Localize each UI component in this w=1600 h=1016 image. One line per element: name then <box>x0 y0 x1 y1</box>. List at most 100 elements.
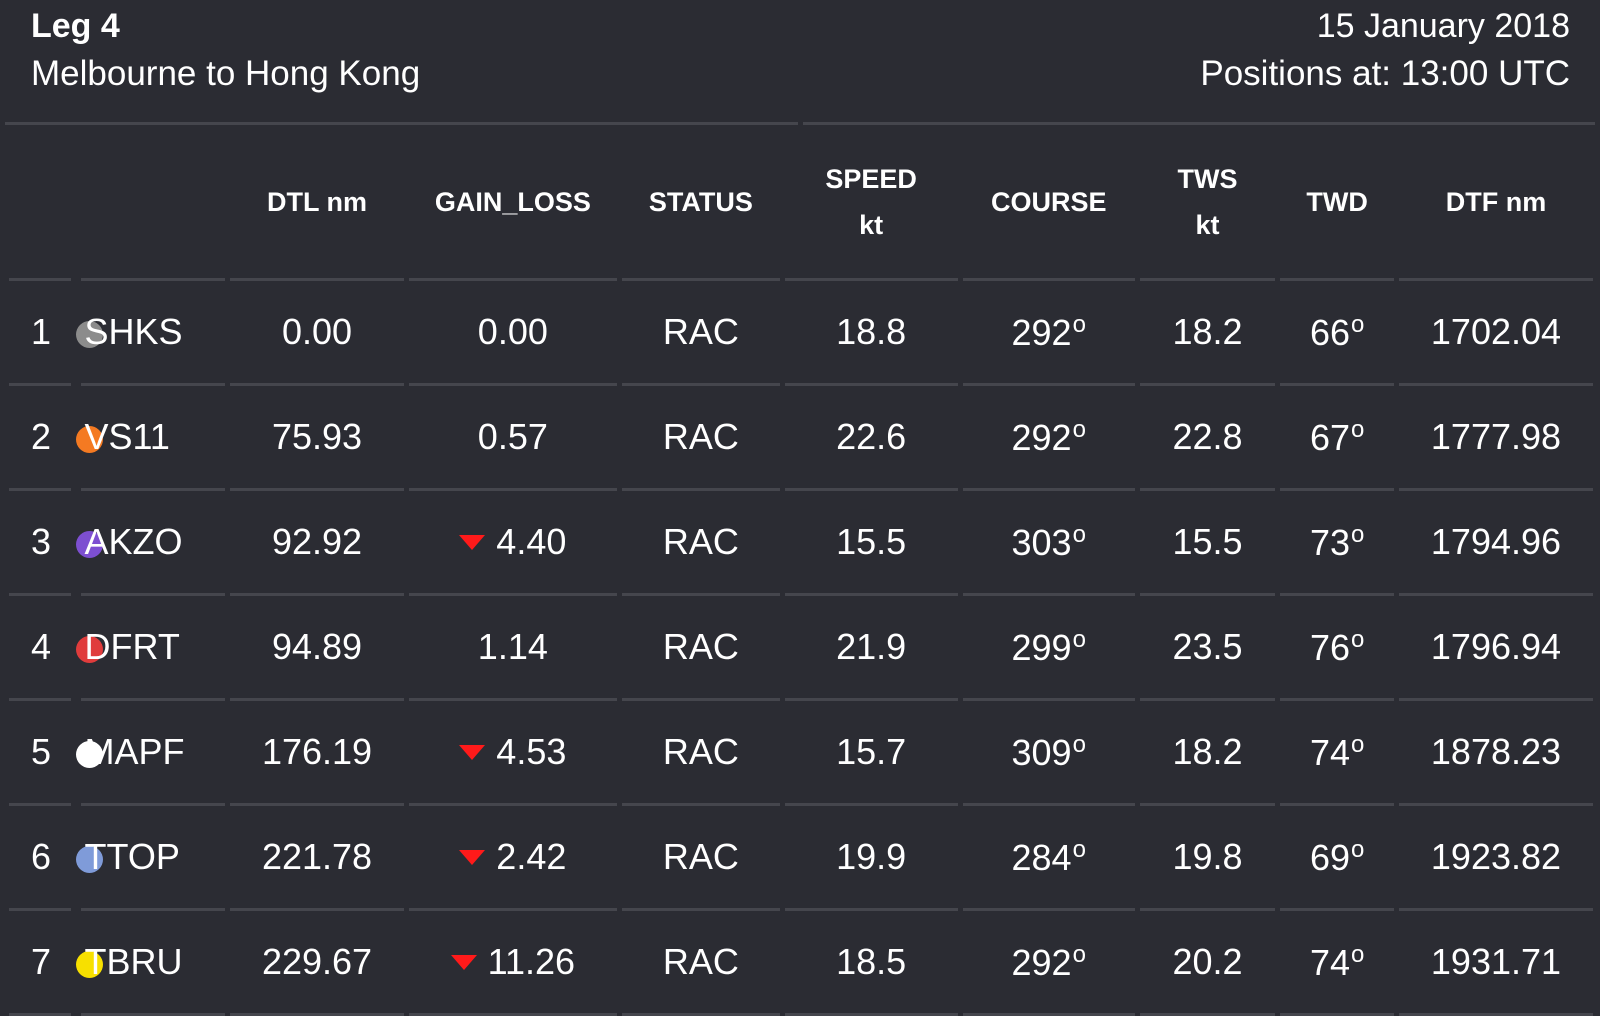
gain-loss-value: 4.40 <box>496 521 567 562</box>
course-value: 292 <box>1011 941 1072 983</box>
status-cell: RAC <box>622 911 780 1016</box>
speed-cell: 22.6 <box>784 386 958 491</box>
team-cell[interactable]: SHKS <box>80 281 226 386</box>
dtf-cell: 1878.23 <box>1398 701 1593 806</box>
status-cell: RAC <box>622 281 780 386</box>
twd-cell: 74o <box>1280 701 1394 806</box>
gain-loss-value: 11.26 <box>487 941 576 982</box>
team-cell[interactable]: TBRU <box>80 911 226 1016</box>
speed-header-unit: kt <box>859 210 884 240</box>
twd-cell: 73o <box>1280 491 1394 596</box>
team-cell[interactable]: VS11 <box>80 386 226 491</box>
team-cell[interactable]: TTOP <box>80 806 226 911</box>
team-cell[interactable]: DFRT <box>80 596 226 701</box>
report-date: 15 January 2018 <box>1316 7 1570 45</box>
twd-value: 73 <box>1309 521 1350 563</box>
tws-header-unit: kt <box>1195 210 1220 240</box>
table-row[interactable]: 4 DFRT 94.89 1.14 RAC 21.9 299o 23.5 76o 1796.94 <box>9 596 1593 701</box>
dtf-cell: 1702.04 <box>1398 281 1593 386</box>
rank-cell: 6 <box>9 806 71 911</box>
rank-cell: 2 <box>9 386 71 491</box>
speed-header-label: SPEED <box>825 164 917 194</box>
rank-cell: 5 <box>9 701 71 806</box>
speed-cell: 15.7 <box>784 701 958 806</box>
degree-symbol: o <box>1072 625 1086 653</box>
team-cell[interactable]: AKZO <box>80 491 226 596</box>
gain-loss-value: 2.42 <box>496 836 567 877</box>
dtl-cell: 94.89 <box>230 596 404 701</box>
tws-cell: 19.8 <box>1139 806 1276 911</box>
twd-value: 74 <box>1309 941 1350 983</box>
twd-cell: 66o <box>1280 281 1394 386</box>
dtf-cell: 1923.82 <box>1398 806 1593 911</box>
column-header-tws[interactable]: TWS kt <box>1139 126 1276 281</box>
column-header-dtf[interactable]: DTF nm <box>1398 126 1593 281</box>
twd-cell: 76o <box>1280 596 1394 701</box>
course-cell: 309o <box>962 701 1135 806</box>
course-value: 303 <box>1011 521 1072 563</box>
degree-symbol: o <box>1350 520 1365 548</box>
gain-loss-cell: 0.57 <box>408 386 618 491</box>
column-header-status[interactable]: STATUS <box>622 126 780 281</box>
course-cell: 284o <box>962 806 1135 911</box>
header-divider <box>5 122 798 125</box>
dtf-cell: 1931.71 <box>1398 911 1593 1016</box>
dtl-cell: 92.92 <box>230 491 404 596</box>
dtf-cell: 1777.98 <box>1398 386 1593 491</box>
twd-cell: 67o <box>1280 386 1394 491</box>
tws-header-label: TWS <box>1177 164 1238 194</box>
table-row[interactable]: 5 MAPF 176.19 4.53 RAC 15.7 309o 18.2 74o 1878.23 <box>9 701 1593 806</box>
leg-title: Leg 4 <box>31 7 120 45</box>
table-row[interactable]: 6 TTOP 221.78 2.42 RAC 19.9 284o 19.8 69o 1923.82 <box>9 806 1593 911</box>
course-cell: 292o <box>962 911 1135 1016</box>
degree-symbol: o <box>1350 415 1365 443</box>
degree-symbol: o <box>1350 940 1365 968</box>
course-cell: 292o <box>962 386 1135 491</box>
leg-route: Melbourne to Hong Kong <box>31 54 421 93</box>
dtl-cell: 0.00 <box>230 281 404 386</box>
twd-value: 74 <box>1309 731 1350 773</box>
column-header-twd[interactable]: TWD <box>1280 126 1394 281</box>
dtf-cell: 1794.96 <box>1398 491 1593 596</box>
gain-loss-cell: 2.42 <box>408 806 618 911</box>
gain-loss-cell: 0.00 <box>408 281 618 386</box>
degree-symbol: o <box>1350 310 1365 338</box>
status-cell: RAC <box>622 386 780 491</box>
table-row[interactable]: 7 TBRU 229.67 11.26 RAC 18.5 292o 20.2 74o 1931.7… <box>9 911 1593 1016</box>
tws-cell: 15.5 <box>1139 491 1276 596</box>
column-header-gain-loss[interactable]: GAIN_LOSS <box>408 126 618 281</box>
leaderboard-header: Leg 4 Melbourne to Hong Kong 15 January … <box>0 0 1600 122</box>
column-header-dtl[interactable]: DTL nm <box>230 126 404 281</box>
column-header-speed[interactable]: SPEED kt <box>784 126 958 281</box>
gain-loss-value: 0.57 <box>477 416 548 457</box>
course-value: 299 <box>1011 626 1072 668</box>
rank-cell: 1 <box>9 281 71 386</box>
leaderboard-body: 1 SHKS 0.00 0.00 RAC 18.8 292o 18.2 66o 1702.04 2 V… <box>9 281 1593 1016</box>
dtl-cell: 221.78 <box>230 806 404 911</box>
positions-time: Positions at: 13:00 UTC <box>1200 54 1570 93</box>
column-header-course[interactable]: COURSE <box>962 126 1135 281</box>
table-row[interactable]: 3 AKZO 92.92 4.40 RAC 15.5 303o 15.5 73o 1794.96 <box>9 491 1593 596</box>
degree-symbol: o <box>1072 415 1086 443</box>
course-cell: 292o <box>962 281 1135 386</box>
speed-cell: 15.5 <box>784 491 958 596</box>
course-value: 292 <box>1011 416 1072 458</box>
table-row[interactable]: 2 VS11 75.93 0.57 RAC 22.6 292o 22.8 67o 1777.98 <box>9 386 1593 491</box>
degree-symbol: o <box>1072 835 1086 863</box>
dtf-cell: 1796.94 <box>1398 596 1593 701</box>
tws-cell: 18.2 <box>1139 281 1276 386</box>
speed-cell: 19.9 <box>784 806 958 911</box>
header-divider <box>803 122 1595 125</box>
speed-cell: 18.8 <box>784 281 958 386</box>
table-row[interactable]: 1 SHKS 0.00 0.00 RAC 18.8 292o 18.2 66o 1702.04 <box>9 281 1593 386</box>
degree-symbol: o <box>1072 940 1086 968</box>
course-value: 292 <box>1011 311 1072 353</box>
speed-cell: 21.9 <box>784 596 958 701</box>
degree-symbol: o <box>1350 625 1365 653</box>
loss-down-arrow-icon <box>459 534 486 550</box>
gain-loss-value: 0.00 <box>477 311 548 352</box>
rank-cell: 7 <box>9 911 71 1016</box>
status-cell: RAC <box>622 491 780 596</box>
tws-cell: 20.2 <box>1139 911 1276 1016</box>
team-cell[interactable]: MAPF <box>80 701 226 806</box>
